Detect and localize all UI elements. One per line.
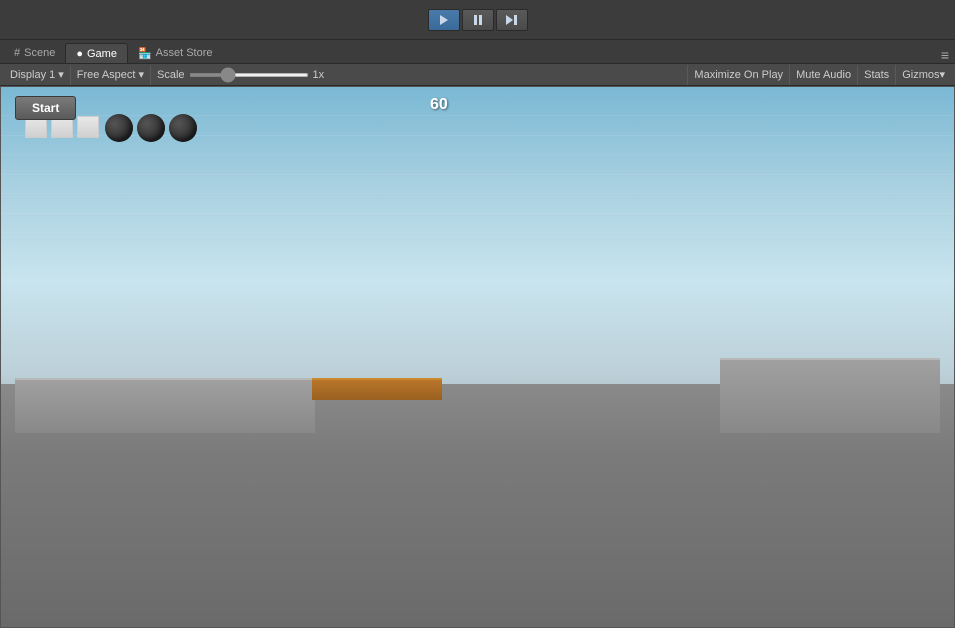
score-display: 60 [430,96,448,114]
pause-button[interactable] [462,9,494,31]
scene-tab-icon: # [14,47,20,59]
gizmos-label: Gizmos [902,69,939,81]
stats-label: Stats [864,69,889,81]
ball-3 [169,114,197,142]
scale-area: Scale 1x [151,69,687,81]
game-viewport: 60 Start [0,86,955,628]
game-toolbar: Display 1 ▾ Free Aspect ▾ Scale 1x Maxim… [0,64,955,86]
life-3 [77,116,99,138]
scene-tab-label: Scene [24,47,55,59]
play-button[interactable] [428,9,460,31]
tab-bar: # Scene ● Game 🏪 Asset Store ≡ [0,40,955,64]
aspect-label: Free Aspect [77,69,136,81]
gizmos-button[interactable]: Gizmos ▾ [895,65,951,85]
scale-label: Scale [157,69,185,81]
gizmos-chevron-icon: ▾ [939,68,945,81]
display-chevron-icon: ▾ [58,68,64,81]
maximize-on-play-button[interactable]: Maximize On Play [687,65,789,85]
asset-store-tab-icon: 🏪 [138,47,152,60]
game-tab-label: Game [87,48,117,60]
mute-audio-button[interactable]: Mute Audio [789,65,857,85]
maximize-label: Maximize On Play [694,69,783,81]
platform-right [720,358,940,433]
aspect-selector[interactable]: Free Aspect ▾ [71,65,151,85]
stats-button[interactable]: Stats [857,65,895,85]
display-label: Display 1 [10,69,55,81]
toolbar-right: Maximize On Play Mute Audio Stats Gizmos… [687,65,951,85]
bridge [312,378,442,400]
start-button[interactable]: Start [15,96,76,120]
game-tab-icon: ● [76,48,83,60]
tab-scene[interactable]: # Scene [4,43,65,63]
display-selector[interactable]: Display 1 ▾ [4,65,71,85]
step-button[interactable] [496,9,528,31]
ball-2 [137,114,165,142]
top-toolbar [0,0,955,40]
scale-slider[interactable] [189,73,309,77]
mute-label: Mute Audio [796,69,851,81]
more-tabs-button[interactable]: ≡ [941,47,955,63]
aspect-chevron-icon: ▾ [138,68,144,81]
scale-value: 1x [313,69,325,81]
platform-left [15,378,315,433]
ball-1 [105,114,133,142]
tab-game[interactable]: ● Game [65,43,128,63]
tab-asset-store[interactable]: 🏪 Asset Store [128,43,223,63]
balls-container [105,114,197,142]
asset-store-tab-label: Asset Store [156,47,213,59]
